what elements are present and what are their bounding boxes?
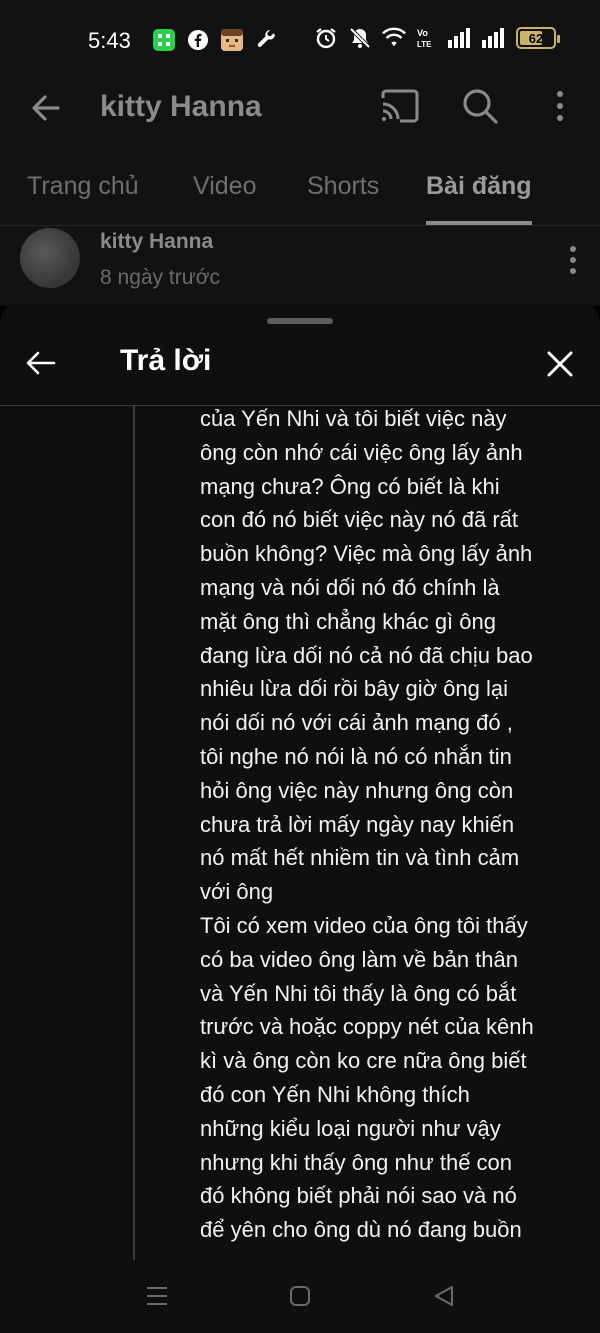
channel-title: kitty Hanna	[100, 90, 262, 123]
sheet-header: Trả lời	[0, 326, 600, 406]
home-button-icon[interactable]	[288, 1284, 312, 1313]
cast-icon[interactable]	[380, 88, 420, 129]
channel-tabs: Trang chủ Video Shorts Bài đăng	[0, 146, 600, 226]
more-options-icon[interactable]	[548, 88, 572, 129]
comment-body: của Yến Nhi và tôi biết việc này ông còn…	[200, 406, 580, 1244]
tab-video[interactable]: Video	[193, 172, 257, 201]
app-bar: kitty Hanna	[0, 70, 600, 146]
avatar[interactable]	[20, 228, 80, 288]
sheet-back-button[interactable]	[24, 346, 58, 385]
wifi-icon	[382, 26, 406, 50]
post-author[interactable]: kitty Hanna	[100, 230, 213, 254]
mute-icon	[348, 26, 372, 50]
drag-handle[interactable]	[267, 318, 333, 324]
app-grid-icon	[152, 28, 176, 52]
tab-shorts[interactable]: Shorts	[307, 172, 379, 201]
battery-indicator: 62	[516, 27, 560, 49]
status-bar: 5:43 Vo LTE 62	[0, 0, 600, 70]
avatar-app-icon	[220, 28, 244, 52]
back-nav-icon[interactable]	[432, 1284, 456, 1313]
svg-text:Vo: Vo	[417, 28, 428, 38]
post-more-icon[interactable]	[566, 244, 580, 281]
search-icon[interactable]	[460, 86, 500, 131]
comment-text: của Yến Nhi và tôi biết việc này ông còn…	[200, 406, 534, 1243]
tab-posts[interactable]: Bài đăng	[426, 172, 532, 201]
close-icon[interactable]	[544, 348, 576, 385]
svg-text:LTE: LTE	[417, 40, 432, 49]
signal-icon	[482, 26, 506, 50]
volte-icon: Vo LTE	[416, 26, 438, 50]
wrench-icon	[254, 28, 278, 52]
alarm-icon	[314, 26, 338, 50]
recents-menu-icon[interactable]	[145, 1284, 169, 1313]
notification-icons	[152, 28, 278, 52]
post-header: kitty Hanna 8 ngày trước	[0, 226, 600, 306]
status-time: 5:43	[88, 28, 131, 53]
tab-home[interactable]: Trang chủ	[27, 172, 139, 201]
facebook-icon	[186, 28, 210, 52]
reply-sheet: Trả lời của Yến Nhi và tôi biết việc này…	[0, 304, 600, 1264]
signal-icon	[448, 26, 472, 50]
thread-line	[133, 406, 135, 1260]
active-tab-indicator	[426, 221, 532, 225]
post-timestamp: 8 ngày trước	[100, 266, 221, 289]
back-button[interactable]	[28, 90, 64, 131]
battery-level: 62	[528, 30, 544, 46]
sheet-title: Trả lời	[120, 344, 212, 377]
system-nav-bar	[0, 1264, 600, 1333]
system-icons: Vo LTE 62	[314, 26, 560, 50]
